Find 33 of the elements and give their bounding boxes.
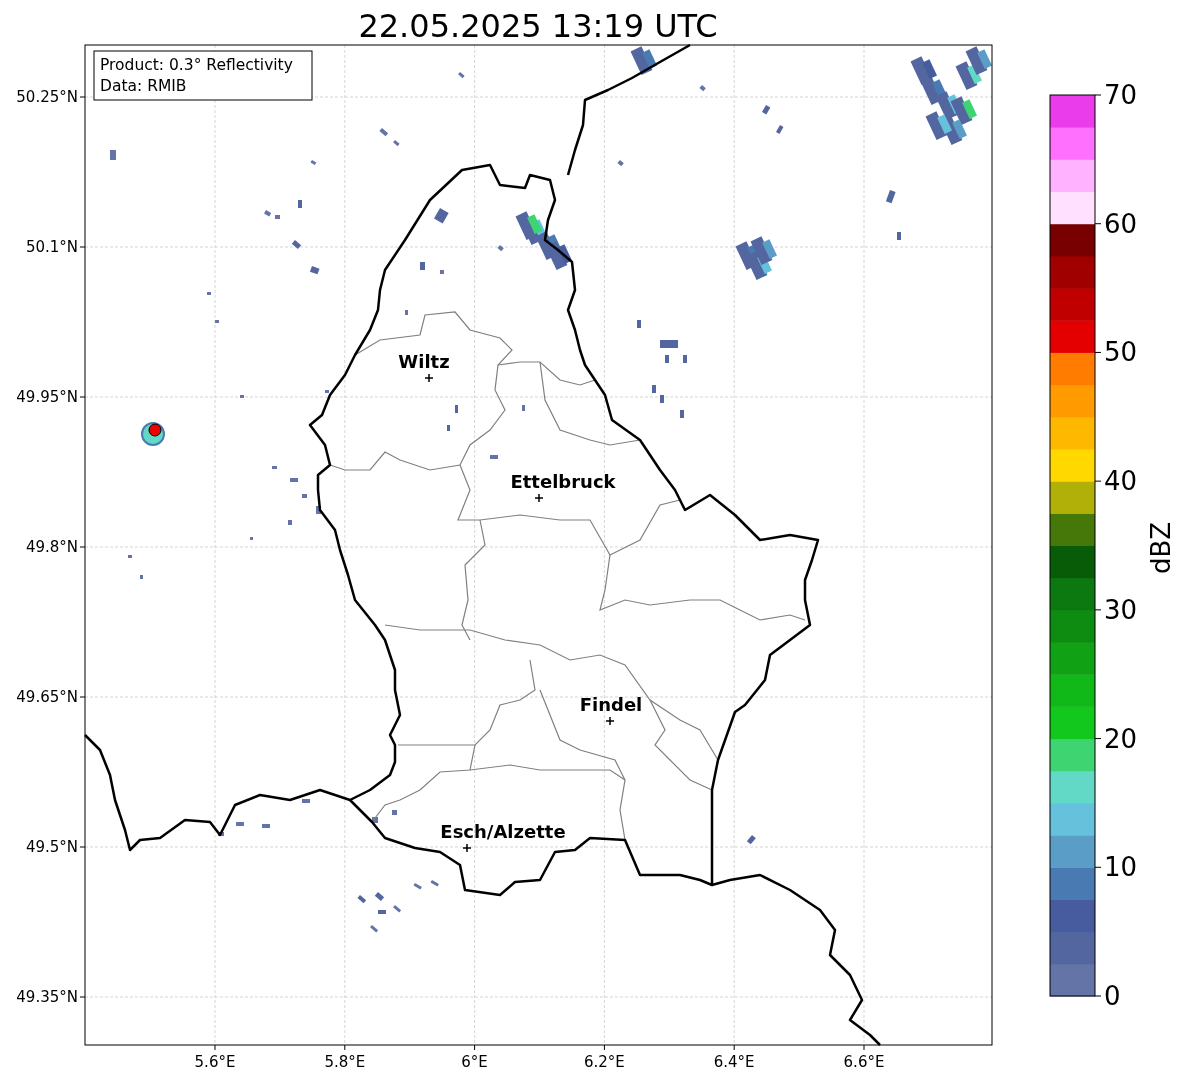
city-marker-icon bbox=[462, 843, 472, 853]
longitude-tick-label: 6.2°E bbox=[584, 1053, 625, 1071]
colorbar-tick-label: 0 bbox=[1104, 981, 1121, 1011]
colorbar-tick-label: 10 bbox=[1104, 852, 1138, 883]
info-text: Data: RMIB bbox=[100, 77, 187, 95]
latitude-tick-label: 49.95°N bbox=[16, 388, 78, 406]
longitude-tick-label: 6.6°E bbox=[843, 1053, 885, 1071]
longitude-tick-label: 5.8°E bbox=[324, 1053, 366, 1071]
colorbar-tick-label: 20 bbox=[1104, 723, 1138, 754]
city-marker-icon bbox=[605, 716, 615, 726]
city-label: Esch/Alzette bbox=[440, 821, 566, 842]
colorbar-tick-label: 50 bbox=[1104, 337, 1138, 368]
latitude-tick-label: 49.35°N bbox=[16, 988, 78, 1006]
latitude-tick-label: 49.8°N bbox=[25, 538, 78, 556]
latitude-tick-label: 49.65°N bbox=[16, 688, 78, 706]
city-label: Ettelbruck bbox=[510, 471, 616, 492]
colorbar-tick-label: 40 bbox=[1104, 466, 1138, 497]
city-marker-icon bbox=[534, 493, 544, 503]
latitude-tick-label: 49.5°N bbox=[25, 838, 78, 856]
city-marker-icon bbox=[424, 373, 434, 383]
city-label: Wiltz bbox=[398, 351, 450, 372]
colorbar-tick-label: 30 bbox=[1104, 594, 1138, 625]
longitude-tick-label: 6.4°E bbox=[713, 1053, 755, 1071]
longitude-tick-label: 6°E bbox=[461, 1053, 488, 1071]
colorbar-tick-label: 60 bbox=[1104, 208, 1138, 239]
colorbar-tick-label: 70 bbox=[1104, 80, 1138, 110]
latitude-tick-label: 50.25°N bbox=[16, 88, 78, 106]
colorbar-label: dBZ bbox=[1146, 521, 1176, 575]
longitude-tick-label: 5.6°E bbox=[194, 1053, 236, 1071]
city-label: Findel bbox=[579, 694, 643, 715]
chart-title: 22.05.2025 13:19 UTC bbox=[358, 7, 718, 45]
info-text: Product: 0.3° Reflectivity bbox=[100, 56, 293, 74]
latitude-tick-label: 50.1°N bbox=[25, 238, 78, 256]
